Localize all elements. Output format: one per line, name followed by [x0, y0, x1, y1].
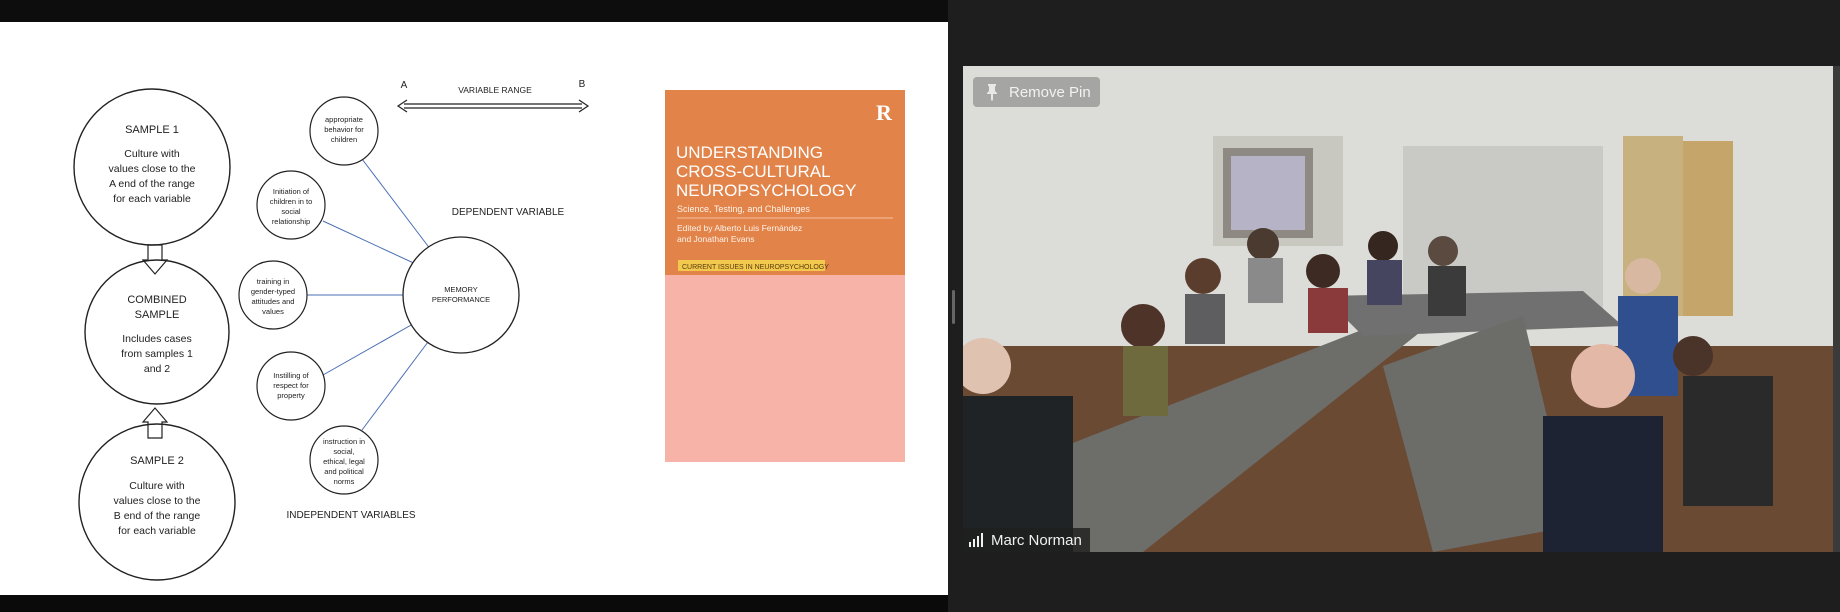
arrow-up — [141, 407, 169, 439]
sample1-line: for each variable — [113, 193, 191, 205]
sample2-line: Culture with — [129, 480, 185, 492]
participant-name-tag: Marc Norman — [963, 528, 1090, 552]
sample1-title: SAMPLE 1 — [125, 124, 179, 136]
iv-text: ethical, legal — [323, 457, 365, 466]
iv-node-4: Instilling of respect for property — [256, 351, 326, 421]
iv-text: children — [331, 135, 357, 144]
memory-text: MEMORY — [444, 285, 478, 294]
iv-text: values — [262, 307, 284, 316]
memory-performance-node: MEMORY PERFORMANCE — [402, 236, 520, 354]
book-subtitle: Science, Testing, and Challenges — [677, 204, 810, 214]
book-editors: Edited by Alberto Luis Fernández — [677, 223, 802, 233]
shared-slide: SAMPLE 1 Culture with values close to th… — [0, 22, 948, 595]
combined-sample-node: COMBINED SAMPLE Includes cases from samp… — [84, 259, 230, 405]
participant-name: Marc Norman — [991, 531, 1082, 549]
iv-text: relationship — [272, 217, 310, 226]
sample1-line: values close to the — [109, 163, 196, 175]
iv-text: and political — [324, 467, 364, 476]
pin-icon — [987, 84, 997, 101]
iv-text: training in — [257, 277, 290, 286]
combined-title: SAMPLE — [135, 309, 180, 321]
range-a-label: A — [401, 80, 408, 91]
sample2-line: for each variable — [118, 525, 196, 537]
variable-range-label: VARIABLE RANGE — [458, 85, 532, 95]
book-cover: R UNDERSTANDING CROSS-CULTURAL NEUROPSYC… — [665, 90, 905, 462]
range-b-label: B — [579, 79, 586, 90]
iv-text: social, — [333, 447, 354, 456]
sample1-line: Culture with — [124, 148, 180, 160]
sample2-line: B end of the range — [114, 510, 201, 522]
book-title-line: CROSS-CULTURAL — [676, 162, 831, 181]
combined-line: and 2 — [144, 363, 170, 375]
memory-text: PERFORMANCE — [432, 295, 490, 304]
iv-text: instruction in — [323, 437, 365, 446]
combined-line: from samples 1 — [121, 348, 193, 360]
publisher-logo: R — [876, 100, 893, 125]
sample1-node: SAMPLE 1 Culture with values close to th… — [73, 88, 231, 246]
dependent-variable-label: DEPENDENT VARIABLE — [452, 207, 565, 218]
scroll-edge — [1833, 66, 1840, 552]
sample2-node: SAMPLE 2 Culture with values close to th… — [78, 423, 236, 581]
book-title-line: UNDERSTANDING — [676, 143, 823, 162]
combined-line: Includes cases — [122, 333, 191, 345]
iv-text: property — [277, 391, 305, 400]
sample2-title: SAMPLE 2 — [130, 455, 184, 467]
iv-node-1: appropriate behavior for children — [309, 96, 379, 166]
combined-title: COMBINED — [127, 294, 186, 306]
sample1-line: A end of the range — [109, 178, 195, 190]
iv-text: respect for — [273, 381, 309, 390]
iv-text: attitudes and — [252, 297, 295, 306]
book-editors: and Jonathan Evans — [677, 234, 755, 244]
book-title-line: NEUROPSYCHOLOGY — [676, 181, 856, 200]
iv-text: behavior for — [324, 125, 364, 134]
signal-strength-icon — [969, 533, 985, 547]
remove-pin-button[interactable]: Remove Pin — [973, 77, 1100, 107]
iv-node-3: training in gender-typed attitudes and v… — [238, 260, 308, 330]
iv-text: children in to — [270, 197, 313, 206]
iv-text: gender-typed — [251, 287, 295, 296]
top-bar — [0, 0, 948, 22]
variable-range-arrow — [396, 99, 590, 113]
iv-text: appropriate — [325, 115, 363, 124]
portrait-grid — [665, 275, 905, 462]
iv-node-5: instruction in social, ethical, legal an… — [309, 425, 379, 495]
sample2-line: values close to the — [114, 495, 201, 507]
iv-text: Instilling of — [273, 371, 309, 380]
bottom-bar — [0, 595, 948, 612]
iv-text: social — [281, 207, 301, 216]
iv-text: Initiation of — [273, 187, 310, 196]
book-series: CURRENT ISSUES IN NEUROPSYCHOLOGY — [682, 264, 829, 271]
panel-resize-handle[interactable] — [952, 290, 955, 324]
iv-node-2: Initiation of children in to social rela… — [256, 170, 326, 240]
independent-variables-label: INDEPENDENT VARIABLES — [286, 510, 415, 521]
participant-video — [963, 66, 1833, 552]
remove-pin-label: Remove Pin — [1009, 83, 1091, 101]
iv-text: norms — [334, 477, 355, 486]
